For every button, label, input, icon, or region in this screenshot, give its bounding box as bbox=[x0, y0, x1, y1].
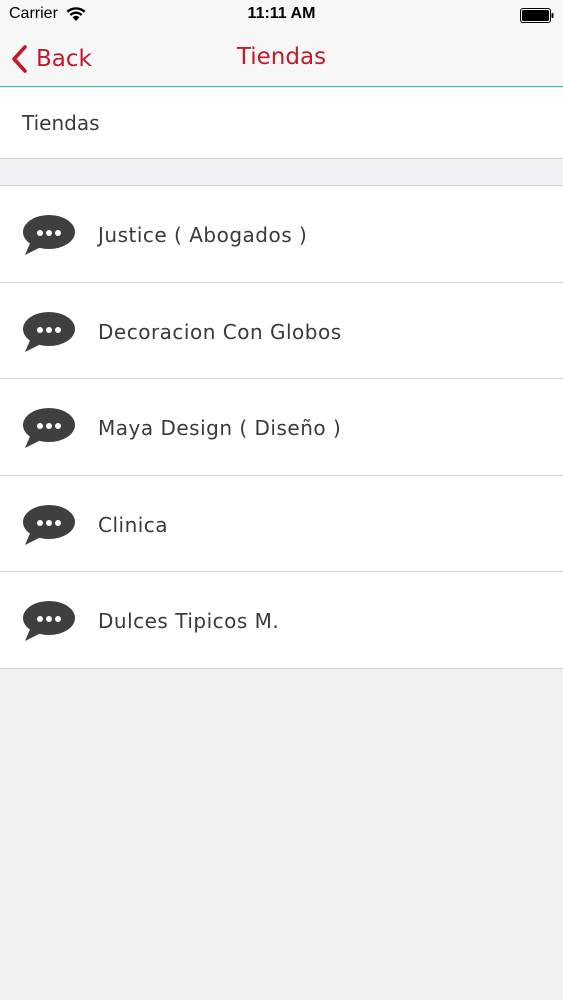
chat-bubble-icon bbox=[23, 311, 75, 352]
navigation-bar: Back Tiendas bbox=[0, 30, 563, 87]
page-title: Tiendas bbox=[236, 44, 327, 70]
status-time: 11:11 AM bbox=[247, 5, 316, 22]
list-item[interactable]: Justice ( Abogados ) bbox=[0, 186, 563, 283]
chat-bubble-icon bbox=[23, 408, 75, 448]
chat-bubble-icon bbox=[23, 601, 75, 641]
section-header-label: Tiendas bbox=[22, 111, 100, 135]
section-header: Tiendas bbox=[0, 88, 563, 159]
store-name: Dulces Tipicos M. bbox=[98, 609, 280, 633]
list-item[interactable]: Clinica bbox=[0, 476, 563, 572]
list-item[interactable]: Maya Design ( Diseño ) bbox=[0, 379, 563, 476]
store-name: Maya Design ( Diseño ) bbox=[98, 416, 342, 440]
chat-bubble-icon bbox=[23, 215, 75, 255]
store-list: Justice ( Abogados ) Decoracion Con Glob… bbox=[0, 185, 563, 669]
status-bar: Carrier 11:11 AM bbox=[0, 0, 563, 30]
list-item[interactable]: Dulces Tipicos M. bbox=[0, 572, 563, 669]
list-item[interactable]: Decoracion Con Globos bbox=[0, 283, 563, 379]
store-name: Clinica bbox=[98, 512, 169, 537]
chat-bubble-icon bbox=[23, 504, 75, 545]
store-name: Decoracion Con Globos bbox=[98, 319, 342, 344]
battery-icon bbox=[520, 8, 554, 23]
store-name: Justice ( Abogados ) bbox=[98, 223, 308, 247]
